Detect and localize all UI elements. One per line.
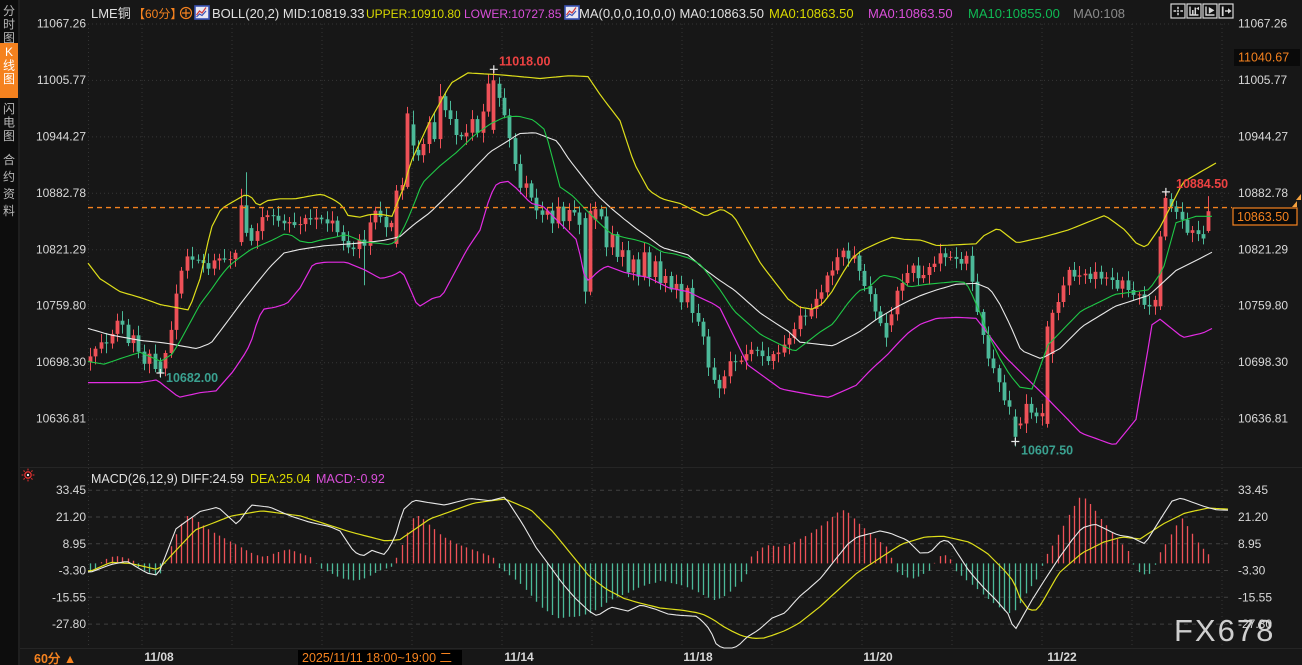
svg-text:10863.50: 10863.50 xyxy=(1237,210,1289,224)
svg-text:21.20: 21.20 xyxy=(1238,510,1268,524)
svg-text:时: 时 xyxy=(3,18,15,32)
svg-text:11040.67: 11040.67 xyxy=(1238,51,1289,65)
svg-text:11005.77: 11005.77 xyxy=(1238,73,1287,87)
svg-text:2025/11/11 18:00~19:00 二: 2025/11/11 18:00~19:00 二 xyxy=(302,651,452,665)
svg-text:-27.80: -27.80 xyxy=(52,617,86,631)
svg-text:图: 图 xyxy=(3,129,15,143)
svg-text:-3.30: -3.30 xyxy=(1238,564,1266,578)
svg-text:10882.78: 10882.78 xyxy=(36,186,86,200)
svg-text:33.45: 33.45 xyxy=(1238,483,1268,497)
svg-text:33.45: 33.45 xyxy=(56,483,86,497)
svg-text:MACD:-0.92: MACD:-0.92 xyxy=(316,472,385,486)
svg-text:60分 ▲: 60分 ▲ xyxy=(34,651,76,665)
svg-text:21.20: 21.20 xyxy=(56,510,86,524)
svg-text:-27.80: -27.80 xyxy=(1238,617,1272,631)
svg-text:10636.81: 10636.81 xyxy=(1238,412,1288,426)
svg-text:10821.29: 10821.29 xyxy=(1238,242,1288,256)
svg-text:LME铜: LME铜 xyxy=(91,6,131,21)
svg-text:DEA:25.04: DEA:25.04 xyxy=(250,472,311,486)
svg-text:11/18: 11/18 xyxy=(683,650,713,664)
svg-text:MA(0,0,0,10,0,0) MA0:10863.50: MA(0,0,0,10,0,0) MA0:10863.50 xyxy=(579,6,764,21)
svg-text:11005.77: 11005.77 xyxy=(37,73,86,87)
svg-text:11/20: 11/20 xyxy=(863,650,893,664)
svg-text:图: 图 xyxy=(3,72,15,86)
svg-text:-15.55: -15.55 xyxy=(52,590,86,604)
svg-text:合: 合 xyxy=(3,152,15,167)
svg-text:MA0:10863.50: MA0:10863.50 xyxy=(769,6,854,21)
svg-text:分: 分 xyxy=(3,4,15,18)
svg-text:11067.26: 11067.26 xyxy=(1238,17,1287,31)
svg-text:MA0:10863.50: MA0:10863.50 xyxy=(868,6,953,21)
svg-text:11/14: 11/14 xyxy=(504,650,534,664)
svg-text:10759.80: 10759.80 xyxy=(1238,299,1288,313)
svg-text:10821.29: 10821.29 xyxy=(36,242,86,256)
svg-text:MACD(26,12,9) DIFF:24.59: MACD(26,12,9) DIFF:24.59 xyxy=(91,472,244,486)
svg-text:MA10:10855.00: MA10:10855.00 xyxy=(968,6,1060,21)
svg-text:线: 线 xyxy=(3,59,15,73)
svg-text:图: 图 xyxy=(3,31,15,45)
svg-text:LOWER:10727.85: LOWER:10727.85 xyxy=(464,7,562,21)
svg-text:10607.50: 10607.50 xyxy=(1021,444,1073,458)
svg-text:资: 资 xyxy=(3,187,15,201)
svg-text:约: 约 xyxy=(3,169,15,184)
svg-text:10944.27: 10944.27 xyxy=(1238,129,1288,143)
svg-text:10682.00: 10682.00 xyxy=(166,371,218,385)
svg-text:UPPER:10910.80: UPPER:10910.80 xyxy=(366,7,461,21)
svg-text:11/08: 11/08 xyxy=(144,650,174,664)
svg-text:-3.30: -3.30 xyxy=(59,564,87,578)
svg-text:闪: 闪 xyxy=(3,102,15,116)
svg-text:11/22: 11/22 xyxy=(1047,650,1077,664)
svg-text:【60分】: 【60分】 xyxy=(133,7,182,21)
svg-text:10884.50: 10884.50 xyxy=(1176,177,1228,191)
svg-text:MA0:108: MA0:108 xyxy=(1073,6,1125,21)
svg-text:-15.55: -15.55 xyxy=(1238,590,1272,604)
svg-text:料: 料 xyxy=(3,204,15,218)
svg-text:8.95: 8.95 xyxy=(1238,537,1262,551)
svg-text:10944.27: 10944.27 xyxy=(36,129,86,143)
svg-text:10698.30: 10698.30 xyxy=(1238,355,1288,369)
svg-text:电: 电 xyxy=(3,116,15,130)
svg-text:10636.81: 10636.81 xyxy=(36,412,86,426)
svg-text:10698.30: 10698.30 xyxy=(36,355,86,369)
svg-text:10759.80: 10759.80 xyxy=(36,299,86,313)
svg-text:K: K xyxy=(5,45,13,59)
svg-text:10882.78: 10882.78 xyxy=(1238,186,1288,200)
svg-text:8.95: 8.95 xyxy=(63,537,87,551)
svg-text:11067.26: 11067.26 xyxy=(37,17,86,31)
svg-text:11018.00: 11018.00 xyxy=(499,55,550,69)
svg-text:BOLL(20,2) MID:10819.33: BOLL(20,2) MID:10819.33 xyxy=(212,6,364,21)
